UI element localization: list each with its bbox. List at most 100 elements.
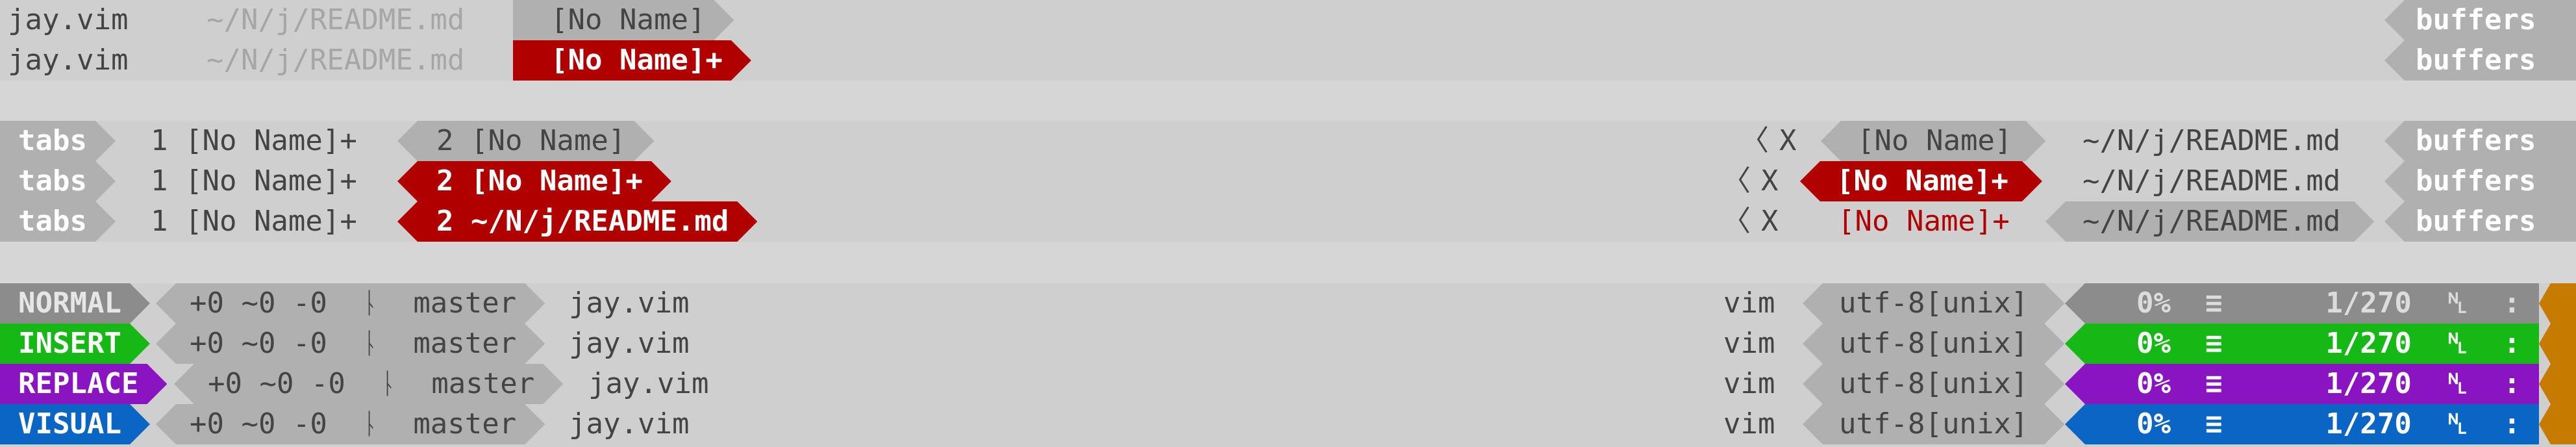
percent: 0% [2136,407,2171,441]
buffers-label: buffers [2384,40,2576,81]
close-tab-button[interactable]: X [1761,201,1779,242]
close-tab-button[interactable]: X [1779,121,1797,161]
colon: : [2503,367,2521,400]
tabs-label: tabs [0,161,116,201]
tab-1[interactable]: 1 [No Name]+ [151,121,357,161]
line-position: 1/270 [2325,407,2412,441]
tabs-tabline-2: tabs 1 [No Name]+ 2 [No Name]+ 〈 X [No N… [0,161,2576,201]
statusline-replace: REPLACE +0 ~0 -0 ᚿ master jay.vim vim ut… [0,364,2576,404]
statusline-normal: NORMAL +0 ~0 -0 ᚿ master jay.vim vim utf… [0,283,2576,324]
lines-icon: ≡ [2188,327,2308,360]
git-info: +0 ~0 -0 ᚿ master [174,364,563,404]
buffer-item-path[interactable]: ~/N/j/README.md [2082,121,2340,161]
buffer-item-modified[interactable]: [No Name]+ [1838,201,2010,242]
position-info: 0% ≡ 1/270 ␤ : 1 [2065,283,2539,324]
current-file-name: jay.vim [8,44,129,77]
line-position: 1/270 [2325,287,2412,320]
buffers-label: buffers [2384,161,2576,201]
file-name: jay.vim [569,407,690,441]
ln-icon: ␤ [2429,327,2486,360]
colon: : [2503,287,2521,320]
close-tab-button[interactable]: X [1761,161,1779,201]
filetype: vim [1723,327,1775,360]
branch-icon: ᚿ [344,407,396,441]
statusline-visual: VISUAL +0 ~0 -0 ᚿ master jay.vim vim utf… [0,404,2576,447]
buffer-item-path[interactable]: ~/N/j/README.md [206,0,464,40]
tab-2-active[interactable]: 2 ~/N/j/README.md [397,201,757,242]
tabs-tabline-3: tabs 1 [No Name]+ 2 ~/N/j/README.md 〈 X … [0,201,2576,242]
tabs-label: tabs [0,121,116,161]
tab-2-active[interactable]: 2 [No Name]+ [397,161,671,201]
position-info: 0% ≡ 1/270 ␤ : 1 [2065,324,2539,364]
accent-tail [2539,324,2576,364]
percent: 0% [2136,367,2171,400]
ln-icon: ␤ [2429,407,2486,441]
git-diff-stats: +0 ~0 -0 [190,287,327,320]
buffer-tabline-1: jay.vim ~/N/j/README.md [No Name] buffer… [0,0,2576,40]
ln-icon: ␤ [2429,367,2486,400]
filetype: vim [1723,367,1775,400]
git-branch: master [431,367,535,400]
line-position: 1/270 [2325,327,2412,360]
accent-tail [2539,364,2576,404]
branch-icon: ᚿ [362,367,414,400]
branch-icon: ᚿ [344,327,396,360]
file-encoding: utf-8[unix] [1803,404,2064,444]
tabs-label: tabs [0,201,116,242]
colon: : [2503,327,2521,360]
mode-indicator: VISUAL [0,404,150,444]
tab-1[interactable]: 1 [No Name]+ [151,161,357,201]
lightline-showcase: jay.vim ~/N/j/README.md [No Name] buffer… [0,0,2576,447]
buffers-label: buffers [2384,0,2576,40]
buffer-item-path[interactable]: ~/N/j/README.md [206,40,464,81]
mode-indicator: NORMAL [0,283,150,324]
file-name: jay.vim [569,287,690,320]
buffer-item-path[interactable]: ~/N/j/README.md [2082,161,2340,201]
git-diff-stats: +0 ~0 -0 [208,367,345,400]
git-diff-stats: +0 ~0 -0 [190,327,327,360]
git-info: +0 ~0 -0 ᚿ master [156,324,545,364]
file-encoding: utf-8[unix] [1803,324,2064,364]
file-encoding: utf-8[unix] [1803,283,2064,324]
buffer-item-modified[interactable]: [No Name]+ [513,40,751,81]
current-file-name: jay.vim [8,3,129,36]
percent: 0% [2136,327,2171,360]
position-info: 0% ≡ 1/270 ␤ : 1 [2065,404,2539,444]
filetype: vim [1723,407,1775,441]
chevron-left-icon[interactable]: 〈 [1722,201,1751,242]
ln-icon: ␤ [2429,287,2486,320]
chevron-left-icon[interactable]: 〈 [1722,161,1751,201]
line-position: 1/270 [2325,367,2412,400]
lines-icon: ≡ [2188,287,2308,320]
git-branch: master [413,407,517,441]
git-info: +0 ~0 -0 ᚿ master [156,283,545,324]
tab-1[interactable]: 1 [No Name]+ [151,201,357,242]
position-info: 0% ≡ 1/270 ␤ : 1 [2065,364,2539,404]
buffer-item-modified[interactable]: [No Name]+ [1800,161,2042,201]
accent-tail [2539,283,2576,324]
mode-indicator: REPLACE [0,364,167,404]
git-branch: master [413,327,517,360]
buffers-label: buffers [2384,121,2576,161]
chevron-left-icon[interactable]: 〈 [1740,121,1769,161]
tab-2-active[interactable]: 2 [No Name] [397,121,654,161]
colon: : [2503,407,2521,441]
percent: 0% [2136,287,2171,320]
file-name: jay.vim [569,327,690,360]
filetype: vim [1723,287,1775,320]
buffer-item-active[interactable]: [No Name] [1821,121,2045,161]
tabs-tabline-1: tabs 1 [No Name]+ 2 [No Name] 〈 X [No Na… [0,121,2576,161]
lines-icon: ≡ [2188,407,2308,441]
buffer-item-path-active[interactable]: ~/N/j/README.md [2045,201,2374,242]
statusline-insert: INSERT +0 ~0 -0 ᚿ master jay.vim vim utf… [0,324,2576,364]
buffers-label: buffers [2384,201,2576,242]
git-branch: master [413,287,517,320]
mode-indicator: INSERT [0,324,150,364]
buffer-tabline-2: jay.vim ~/N/j/README.md [No Name]+ buffe… [0,40,2576,81]
file-name: jay.vim [588,367,709,400]
buffer-item-active[interactable]: [No Name] [513,0,734,40]
file-encoding: utf-8[unix] [1803,364,2064,404]
git-info: +0 ~0 -0 ᚿ master [156,404,545,444]
lines-icon: ≡ [2188,367,2308,400]
branch-icon: ᚿ [344,287,396,320]
